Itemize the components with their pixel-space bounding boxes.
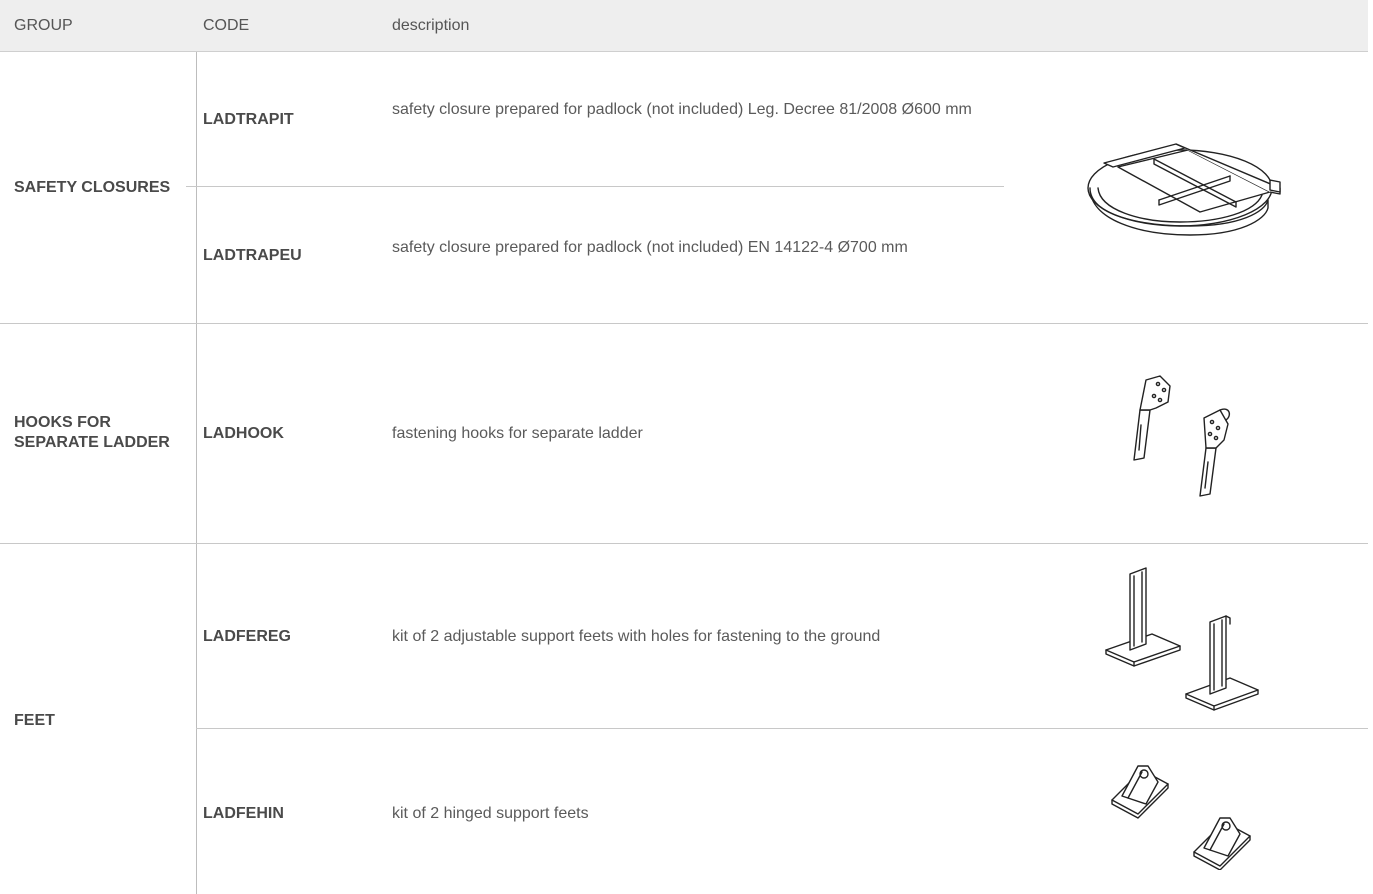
column-divider xyxy=(196,52,197,894)
group-divider xyxy=(0,323,1368,324)
group-divider xyxy=(0,543,1368,544)
code-cell: LADTRAPIT xyxy=(203,111,294,128)
header-group: GROUP xyxy=(14,17,73,34)
hinged-feet-icon xyxy=(1108,760,1258,875)
row-divider xyxy=(186,186,1004,187)
header-code: CODE xyxy=(203,17,250,34)
adjustable-feet-icon xyxy=(1100,562,1290,717)
accessories-table: GROUP CODE description SAFETY CLOSURES L… xyxy=(0,0,1373,894)
code-cell: LADTRAPEU xyxy=(203,247,302,264)
group-label-feet: FEET xyxy=(14,712,55,729)
description-cell: safety closure prepared for padlock (not… xyxy=(392,101,972,118)
header-description: description xyxy=(392,17,470,34)
ladder-hooks-icon xyxy=(1128,370,1238,505)
safety-closure-icon xyxy=(1080,120,1290,255)
description-cell: fastening hooks for separate ladder xyxy=(392,425,643,442)
code-cell: LADHOOK xyxy=(203,425,284,442)
description-cell: kit of 2 adjustable support feets with h… xyxy=(392,628,881,645)
code-cell: LADFEREG xyxy=(203,628,291,645)
description-cell: safety closure prepared for padlock (not… xyxy=(392,239,908,256)
table-header: GROUP CODE description xyxy=(0,0,1368,52)
group-label-safety-closures: SAFETY CLOSURES xyxy=(14,179,171,196)
group-label-hooks: HOOKS FOR SEPARATE LADDER xyxy=(14,414,170,451)
code-cell: LADFEHIN xyxy=(203,805,284,822)
row-divider xyxy=(196,728,1368,729)
description-cell: kit of 2 hinged support feets xyxy=(392,805,589,822)
